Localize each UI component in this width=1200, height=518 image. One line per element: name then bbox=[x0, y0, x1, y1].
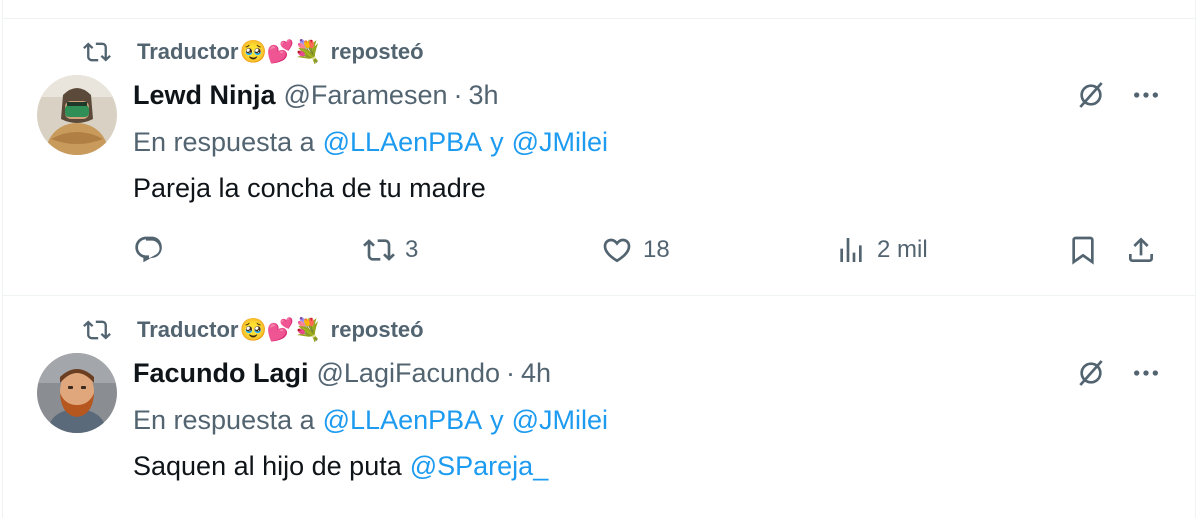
reply-conjunction: y bbox=[490, 126, 504, 157]
grok-icon bbox=[1079, 360, 1103, 386]
tweet-1[interactable]: Traductor 🥹💕💐 reposteó Lewd Ninja @Faram… bbox=[3, 30, 1195, 294]
avatar[interactable] bbox=[37, 75, 117, 155]
avatar[interactable] bbox=[37, 353, 117, 433]
repost-emojis: 🥹💕💐 bbox=[239, 39, 322, 65]
reply-context: En respuesta a @LLAenPBA y @JMilei bbox=[133, 122, 608, 162]
heart-icon bbox=[603, 238, 631, 263]
reply-mention-jmilei[interactable]: @JMilei bbox=[512, 405, 608, 436]
more-icon bbox=[1134, 370, 1158, 376]
timeline: Traductor 🥹💕💐 reposteó Lewd Ninja @Faram… bbox=[2, 0, 1196, 518]
timestamp[interactable]: 4h bbox=[521, 358, 551, 389]
tweet-text-content: Pareja la concha de tu madre bbox=[133, 172, 486, 203]
like-button[interactable]: 18 bbox=[601, 230, 670, 270]
avatar-bearded-man-image bbox=[37, 353, 117, 433]
grok-button[interactable] bbox=[1071, 353, 1111, 393]
repost-icon bbox=[83, 42, 111, 62]
more-button[interactable] bbox=[1126, 75, 1166, 115]
action-bar: 3 18 2 mil bbox=[133, 230, 1165, 270]
reply-context: En respuesta a @LLAenPBA y @JMilei bbox=[133, 400, 608, 440]
author-name[interactable]: Facundo Lagi bbox=[133, 358, 309, 389]
reply-mention-llaenpba[interactable]: @LLAenPBA bbox=[323, 405, 483, 436]
bookmark-button[interactable] bbox=[1067, 230, 1099, 270]
repost-button[interactable]: 3 bbox=[363, 230, 418, 270]
share-button[interactable] bbox=[1125, 230, 1157, 270]
reply-prefix: En respuesta a bbox=[133, 126, 315, 157]
repost-suffix: reposteó bbox=[330, 39, 424, 64]
repost-icon bbox=[83, 320, 111, 340]
tweet-header: Lewd Ninja @Faramesen · 3h bbox=[133, 75, 499, 115]
text-mention-spareja[interactable]: @SPareja_ bbox=[410, 451, 548, 482]
reply-mention-llaenpba[interactable]: @LLAenPBA bbox=[323, 127, 483, 158]
separator: · bbox=[506, 357, 516, 388]
repost-count: 3 bbox=[405, 236, 419, 263]
timestamp[interactable]: 3h bbox=[468, 80, 498, 111]
repost-icon bbox=[363, 239, 395, 261]
repost-indicator[interactable]: Traductor 🥹💕💐 reposteó bbox=[83, 32, 424, 72]
divider bbox=[3, 295, 1195, 296]
reply-conjunction: y bbox=[490, 404, 504, 435]
separator: · bbox=[453, 79, 463, 110]
repost-user[interactable]: Traductor bbox=[137, 317, 238, 343]
reply-mention-jmilei[interactable]: @JMilei bbox=[512, 127, 608, 158]
views-button[interactable]: 2 mil bbox=[835, 230, 928, 270]
grok-icon bbox=[1079, 82, 1103, 108]
views-icon bbox=[840, 238, 862, 262]
divider bbox=[3, 18, 1195, 19]
share-icon bbox=[1129, 237, 1153, 262]
views-count: 2 mil bbox=[877, 236, 928, 263]
more-icon bbox=[1134, 92, 1158, 98]
author-handle[interactable]: @LagiFacundo bbox=[317, 358, 501, 389]
repost-emojis: 🥹💕💐 bbox=[239, 317, 322, 343]
more-button[interactable] bbox=[1126, 353, 1166, 393]
tweet-text: Pareja la concha de tu madre bbox=[133, 168, 486, 208]
author-handle[interactable]: @Faramesen bbox=[284, 80, 448, 111]
grok-button[interactable] bbox=[1071, 75, 1111, 115]
repost-indicator[interactable]: Traductor 🥹💕💐 reposteó bbox=[83, 310, 424, 350]
reply-prefix: En respuesta a bbox=[133, 404, 315, 435]
tweet-text: Saquen al hijo de puta @SPareja_ bbox=[133, 446, 548, 486]
like-count: 18 bbox=[643, 236, 670, 263]
tweet-header: Facundo Lagi @LagiFacundo · 4h bbox=[133, 353, 551, 393]
bookmark-icon bbox=[1072, 236, 1094, 265]
tweet-text-content: Saquen al hijo de puta bbox=[133, 450, 402, 481]
repost-suffix: reposteó bbox=[330, 317, 424, 342]
repost-user[interactable]: Traductor bbox=[137, 39, 238, 65]
reply-button[interactable] bbox=[133, 230, 175, 270]
author-name[interactable]: Lewd Ninja bbox=[133, 80, 276, 111]
reply-icon bbox=[135, 236, 162, 263]
avatar-ninja-image bbox=[37, 75, 117, 155]
tweet-2[interactable]: Traductor 🥹💕💐 reposteó Facundo Lagi @Lag… bbox=[3, 308, 1195, 518]
